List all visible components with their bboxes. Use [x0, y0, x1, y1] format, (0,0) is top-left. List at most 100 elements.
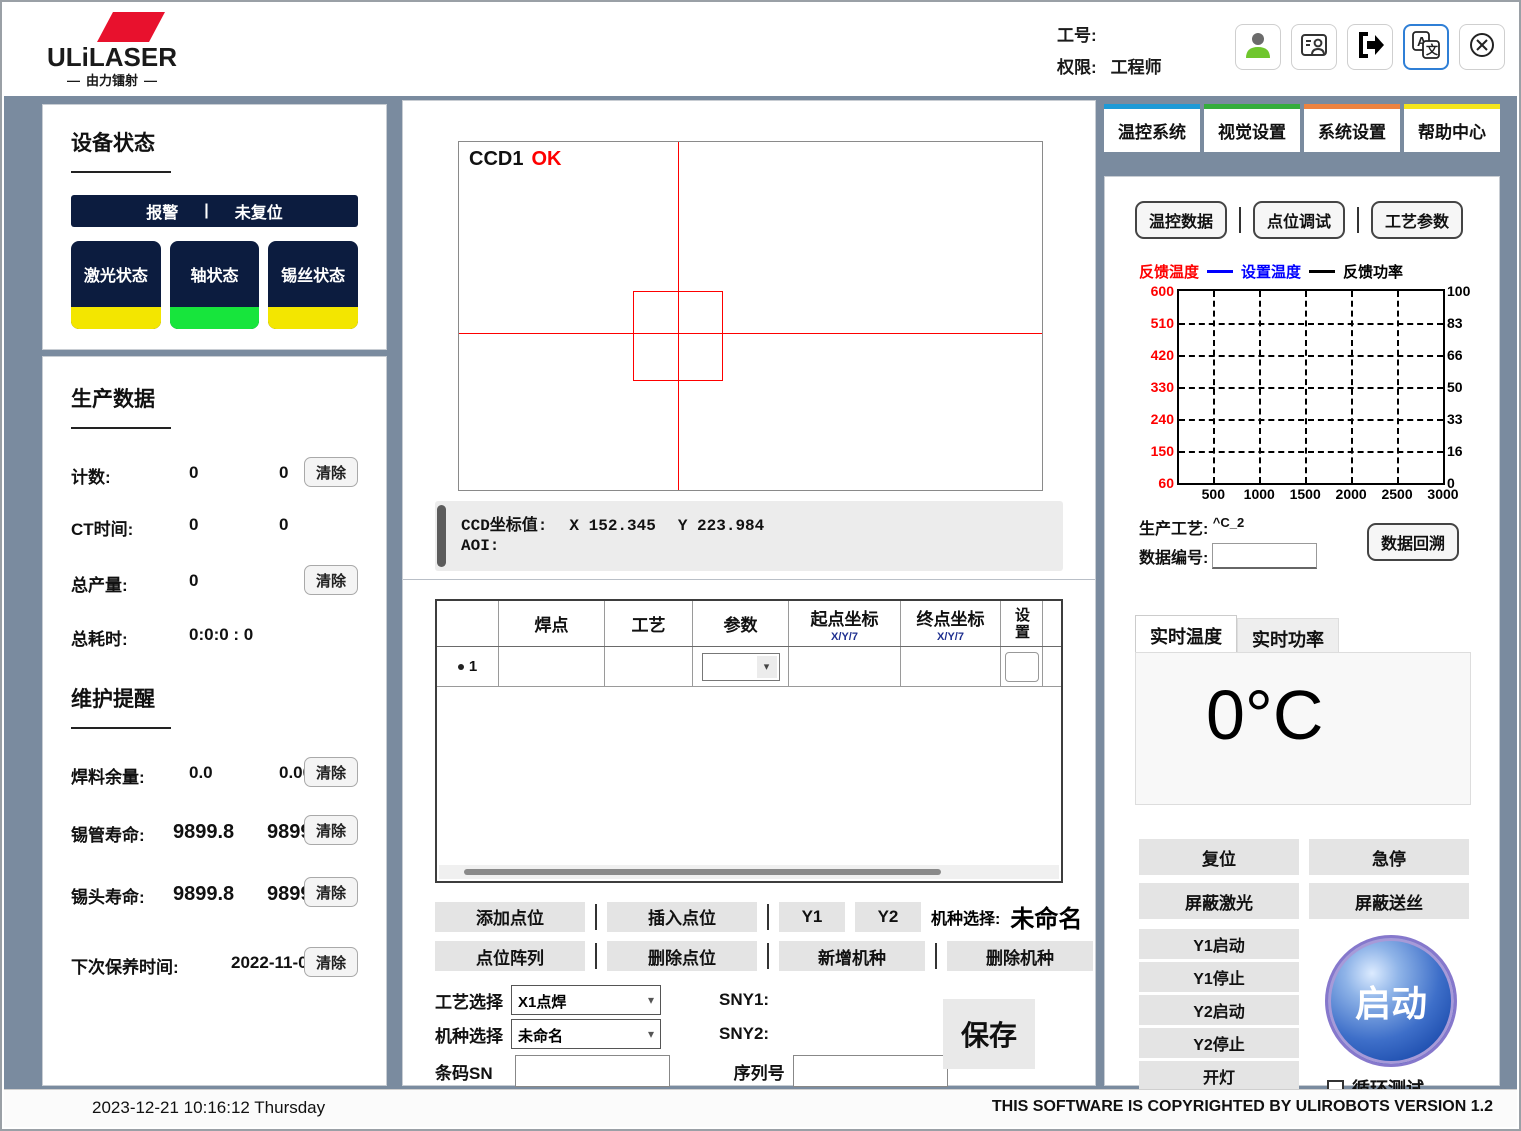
language-button[interactable]: A文: [1403, 24, 1449, 70]
ct-time-row: CT时间: 0 0: [71, 515, 358, 545]
permission-label: 权限:: [1057, 58, 1097, 77]
temp-data-button[interactable]: 温控数据: [1135, 201, 1227, 239]
brand-name: ULiLASER: [47, 42, 177, 73]
mask-wire-feed-button[interactable]: 屏蔽送丝: [1309, 883, 1469, 919]
gridline: [1213, 291, 1215, 483]
model-select-value: 未命名: [518, 1028, 563, 1045]
ccd-viewport[interactable]: CCD1OK: [458, 141, 1043, 491]
count-row: 计数: 0 0 清除: [71, 463, 358, 493]
id-card-button[interactable]: [1291, 24, 1337, 70]
serial-input[interactable]: [793, 1055, 948, 1087]
tin-tube-life-label: 锡管寿命:: [71, 821, 145, 846]
emergency-stop-button[interactable]: 急停: [1309, 839, 1469, 875]
add-model-button[interactable]: 新增机种: [779, 941, 925, 971]
cell-weld-point[interactable]: [499, 647, 605, 686]
model-select[interactable]: 未命名 ▾: [511, 1019, 661, 1049]
coord-x-value: X 152.345: [569, 517, 655, 535]
y2-start-button[interactable]: Y2启动: [1139, 995, 1299, 1025]
separator: [1239, 207, 1241, 233]
light-on-button[interactable]: 开灯: [1139, 1061, 1299, 1091]
clear-tin-tube-button[interactable]: 清除: [304, 815, 358, 845]
axis-tick-label: 1500: [1290, 483, 1321, 502]
start-coord-subheader: X/Y/7: [831, 631, 858, 643]
temperature-value: 0°C: [1206, 675, 1323, 755]
barcode-input[interactable]: [515, 1055, 670, 1087]
laser-status-card[interactable]: 激光状态: [71, 241, 161, 329]
chevron-down-icon: ▾: [648, 1027, 654, 1041]
data-number-input[interactable]: [1212, 543, 1317, 569]
row-settings-button[interactable]: [1005, 652, 1039, 682]
reset-button[interactable]: 复位: [1139, 839, 1299, 875]
tab-vision-settings[interactable]: 视觉设置: [1204, 104, 1300, 152]
user-info: 工号: 权限:工程师: [1057, 20, 1162, 84]
separator: [935, 943, 937, 969]
close-button[interactable]: [1459, 24, 1505, 70]
legend-line-swatch: [1207, 270, 1233, 273]
y2-button[interactable]: Y2: [855, 902, 921, 932]
id-card-icon: [1299, 30, 1329, 65]
scrollbar-thumb[interactable]: [464, 869, 941, 875]
header-weld-point: 焊点: [499, 601, 605, 646]
ccd-status: OK: [531, 148, 561, 170]
parameter-dropdown[interactable]: ▾: [702, 653, 780, 681]
axis-tick-label: 50: [1443, 379, 1463, 395]
job-form: 工艺选择 X1点焊▾ SNY1: 机种选择 未命名▾ SNY2: 条码SN 序列…: [435, 981, 1063, 1087]
total-time-row: 总耗时: 0:0:0 : 0: [71, 625, 358, 655]
logout-button[interactable]: [1347, 24, 1393, 70]
cell-process[interactable]: [605, 647, 693, 686]
clear-total-output-button[interactable]: 清除: [304, 565, 358, 595]
coord-accent-bar: [437, 505, 446, 567]
section-rule: [71, 171, 171, 173]
axis-tick-label: 16: [1443, 443, 1463, 459]
table-horizontal-scrollbar[interactable]: [439, 865, 1059, 879]
axis-tick-label: 33: [1443, 411, 1463, 427]
clear-count-button[interactable]: 清除: [304, 457, 358, 487]
user-avatar-button[interactable]: [1235, 24, 1281, 70]
data-backtrack-button[interactable]: 数据回溯: [1367, 523, 1459, 561]
separator: [767, 904, 769, 930]
y2-stop-button[interactable]: Y2停止: [1139, 1028, 1299, 1058]
mask-laser-button[interactable]: 屏蔽激光: [1139, 883, 1299, 919]
process-select[interactable]: X1点焊▾: [511, 985, 661, 1015]
datetime-text: 2023-12-21 10:16:12 Thursday: [92, 1098, 325, 1118]
worker-id-label: 工号:: [1057, 26, 1097, 45]
separator: [595, 943, 597, 969]
point-array-button[interactable]: 点位阵列: [435, 941, 585, 971]
clear-solder-button[interactable]: 清除: [304, 757, 358, 787]
tab-help-center[interactable]: 帮助中心: [1404, 104, 1500, 152]
clear-tin-tip-button[interactable]: 清除: [304, 877, 358, 907]
coord-y-value: Y 223.984: [678, 517, 764, 535]
clear-maintenance-button[interactable]: 清除: [304, 947, 358, 977]
axis-tick-label: 1000: [1244, 483, 1275, 502]
y1-start-button[interactable]: Y1启动: [1139, 929, 1299, 959]
tab-temperature-control[interactable]: 温控系统: [1104, 104, 1200, 152]
add-point-button[interactable]: 添加点位: [435, 902, 585, 932]
alarm-bar: 报警 | 未复位: [71, 195, 358, 227]
wire-status-card[interactable]: 锡丝状态: [268, 241, 358, 329]
delete-point-button[interactable]: 删除点位: [607, 941, 757, 971]
row-marker-icon: [458, 664, 464, 670]
process-param-button[interactable]: 工艺参数: [1371, 201, 1463, 239]
chevron-down-icon: ▾: [648, 993, 654, 1007]
delete-model-button[interactable]: 删除机种: [947, 941, 1093, 971]
axis-tick-label: 240: [1151, 411, 1179, 427]
start-button[interactable]: 启动: [1325, 935, 1457, 1067]
y1-stop-button[interactable]: Y1停止: [1139, 962, 1299, 992]
ct-time-label: CT时间:: [71, 515, 133, 540]
model-name-value: 未命名: [1010, 899, 1082, 934]
table-row[interactable]: 1 ▾: [437, 647, 1061, 687]
axis-status-card[interactable]: 轴状态: [170, 241, 260, 329]
insert-point-button[interactable]: 插入点位: [607, 902, 757, 932]
end-coord-subheader: X/Y/7: [937, 631, 964, 643]
tab-system-settings[interactable]: 系统设置: [1304, 104, 1400, 152]
temperature-display-panel: 0°C: [1135, 652, 1471, 805]
save-button[interactable]: 保存: [943, 999, 1035, 1069]
cell-start-coord[interactable]: [789, 647, 901, 686]
cell-end-coord[interactable]: [901, 647, 1001, 686]
brand-subtitle: 由力镭射: [47, 70, 177, 89]
legend-label: 设置温度: [1241, 261, 1301, 282]
y1-button[interactable]: Y1: [779, 902, 845, 932]
separator: [1357, 207, 1359, 233]
next-maintenance-row: 下次保养时间: 2022-11-05 清除: [71, 953, 358, 983]
point-debug-button[interactable]: 点位调试: [1253, 201, 1345, 239]
